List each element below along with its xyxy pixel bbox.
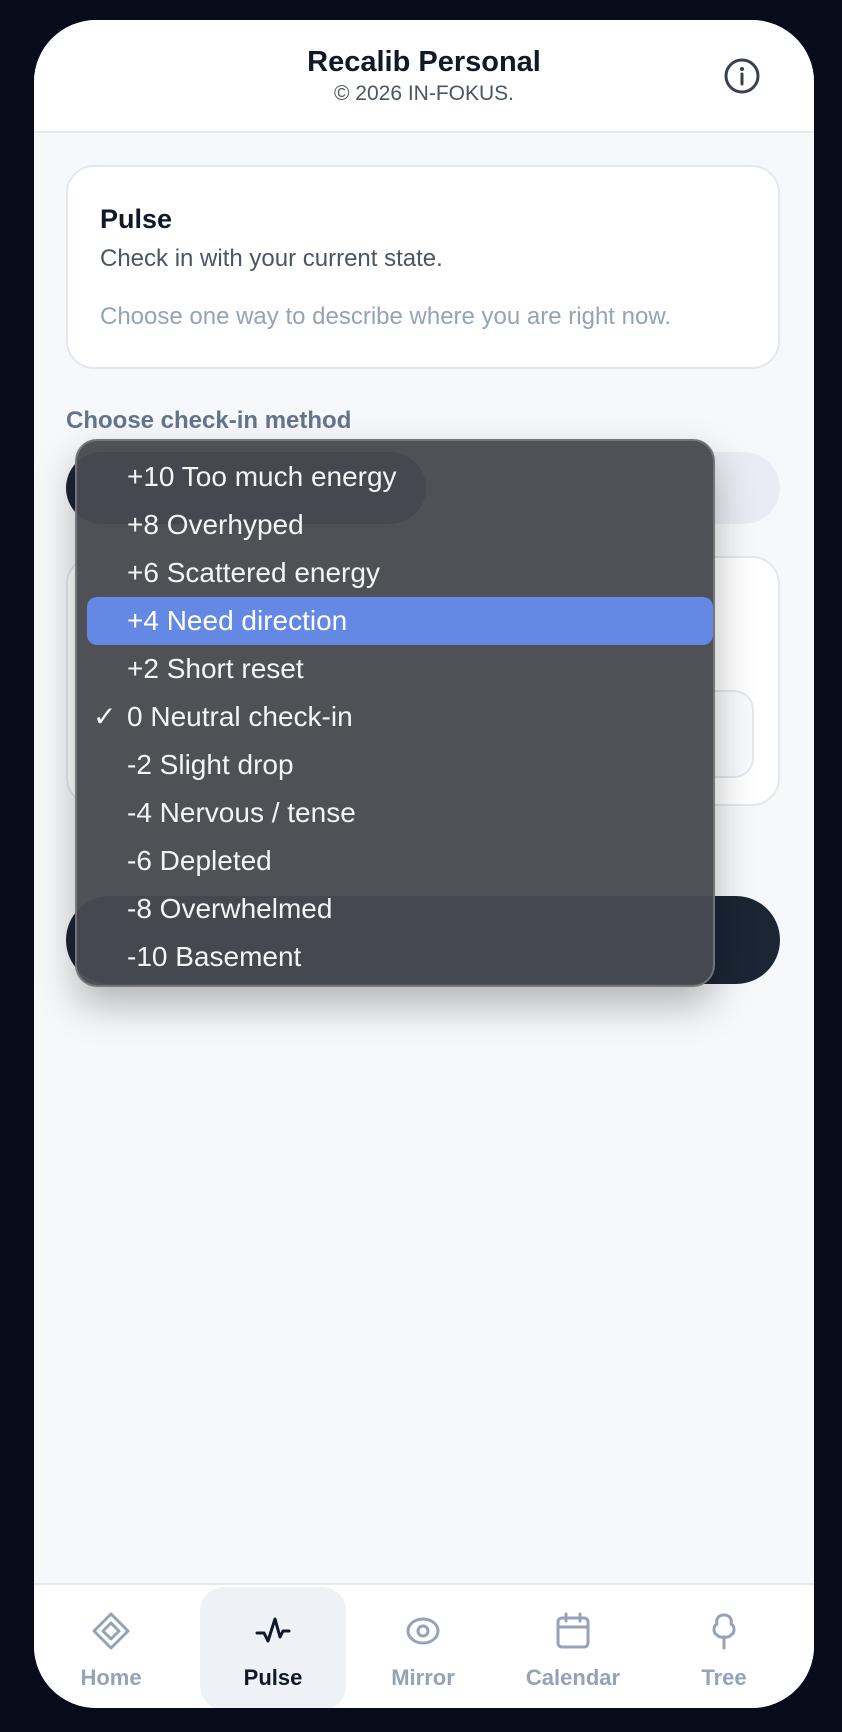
pulse-card-hint: Choose one way to describe where you are… [100, 303, 671, 330]
dropdown-option-selected[interactable]: ✓ 0 Neutral check-in [87, 693, 715, 741]
nav-label-home: Home [80, 1665, 142, 1690]
bottom-nav: Home Pulse Mirror Calendar Tree [34, 1583, 814, 1708]
pulse-card-title: Pulse [100, 204, 173, 234]
pulse-icon [255, 1617, 291, 1643]
method-label: Choose check-in method [66, 407, 352, 434]
diamond-icon [92, 1612, 130, 1650]
option-label: +8 Overhyped [127, 509, 304, 540]
option-label: +4 Need direction [127, 605, 348, 636]
info-circle-icon[interactable] [724, 58, 760, 94]
nav-item-tree[interactable]: Tree [651, 1587, 797, 1708]
pulse-card-subtitle: Check in with your current state. [100, 245, 443, 272]
option-label: 0 Neutral check-in [127, 701, 353, 732]
nav-item-home[interactable]: Home [38, 1587, 184, 1708]
nav-label-pulse: Pulse [243, 1665, 303, 1690]
app-screen: Recalib Personal © 2026 IN-FOKUS. Pulse … [34, 20, 814, 1708]
dropdown-option[interactable]: -4 Nervous / tense [87, 789, 715, 837]
nav-label-tree: Tree [701, 1665, 747, 1690]
option-label: -2 Slight drop [127, 749, 294, 780]
option-label: -4 Nervous / tense [127, 797, 356, 828]
checkmark-icon: ✓ [93, 701, 117, 732]
pulse-intro-card: Pulse Check in with your current state. … [66, 165, 780, 369]
dropdown-option[interactable]: +2 Short reset [87, 645, 715, 693]
dropdown-option[interactable]: +10 Too much energy [87, 453, 715, 501]
dropdown-option[interactable]: -8 Overwhelmed [87, 885, 715, 933]
nav-item-calendar[interactable]: Calendar [500, 1587, 646, 1708]
dropdown-option[interactable]: -10 Basement [87, 933, 715, 981]
dropdown-option[interactable]: -2 Slight drop [87, 741, 715, 789]
dropdown-option[interactable]: +8 Overhyped [87, 501, 715, 549]
app-copyright: © 2026 IN-FOKUS. [333, 82, 515, 105]
option-label: -6 Depleted [127, 845, 272, 876]
option-label: +2 Short reset [127, 653, 304, 684]
option-label: -8 Overwhelmed [127, 893, 333, 924]
dropdown-option[interactable]: +6 Scattered energy [87, 549, 715, 597]
nav-label-mirror: Mirror [391, 1665, 455, 1690]
app-title: Recalib Personal [307, 46, 541, 78]
option-label: -10 Basement [127, 941, 302, 972]
app-header: Recalib Personal © 2026 IN-FOKUS. [34, 20, 814, 133]
eye-icon [406, 1617, 440, 1645]
dropdown-option-highlighted[interactable]: +4 Need direction [87, 597, 713, 645]
tree-icon [712, 1613, 736, 1650]
nav-item-pulse[interactable]: Pulse [200, 1587, 346, 1708]
option-label: +10 Too much energy [127, 461, 397, 492]
calendar-icon [556, 1612, 590, 1649]
option-label: +6 Scattered energy [127, 557, 380, 588]
dropdown-option[interactable]: -6 Depleted [87, 837, 715, 885]
energy-level-dropdown[interactable]: +10 Too much energy +8 Overhyped +6 Scat… [75, 439, 715, 987]
nav-item-mirror[interactable]: Mirror [350, 1587, 496, 1708]
nav-label-calendar: Calendar [525, 1665, 621, 1690]
